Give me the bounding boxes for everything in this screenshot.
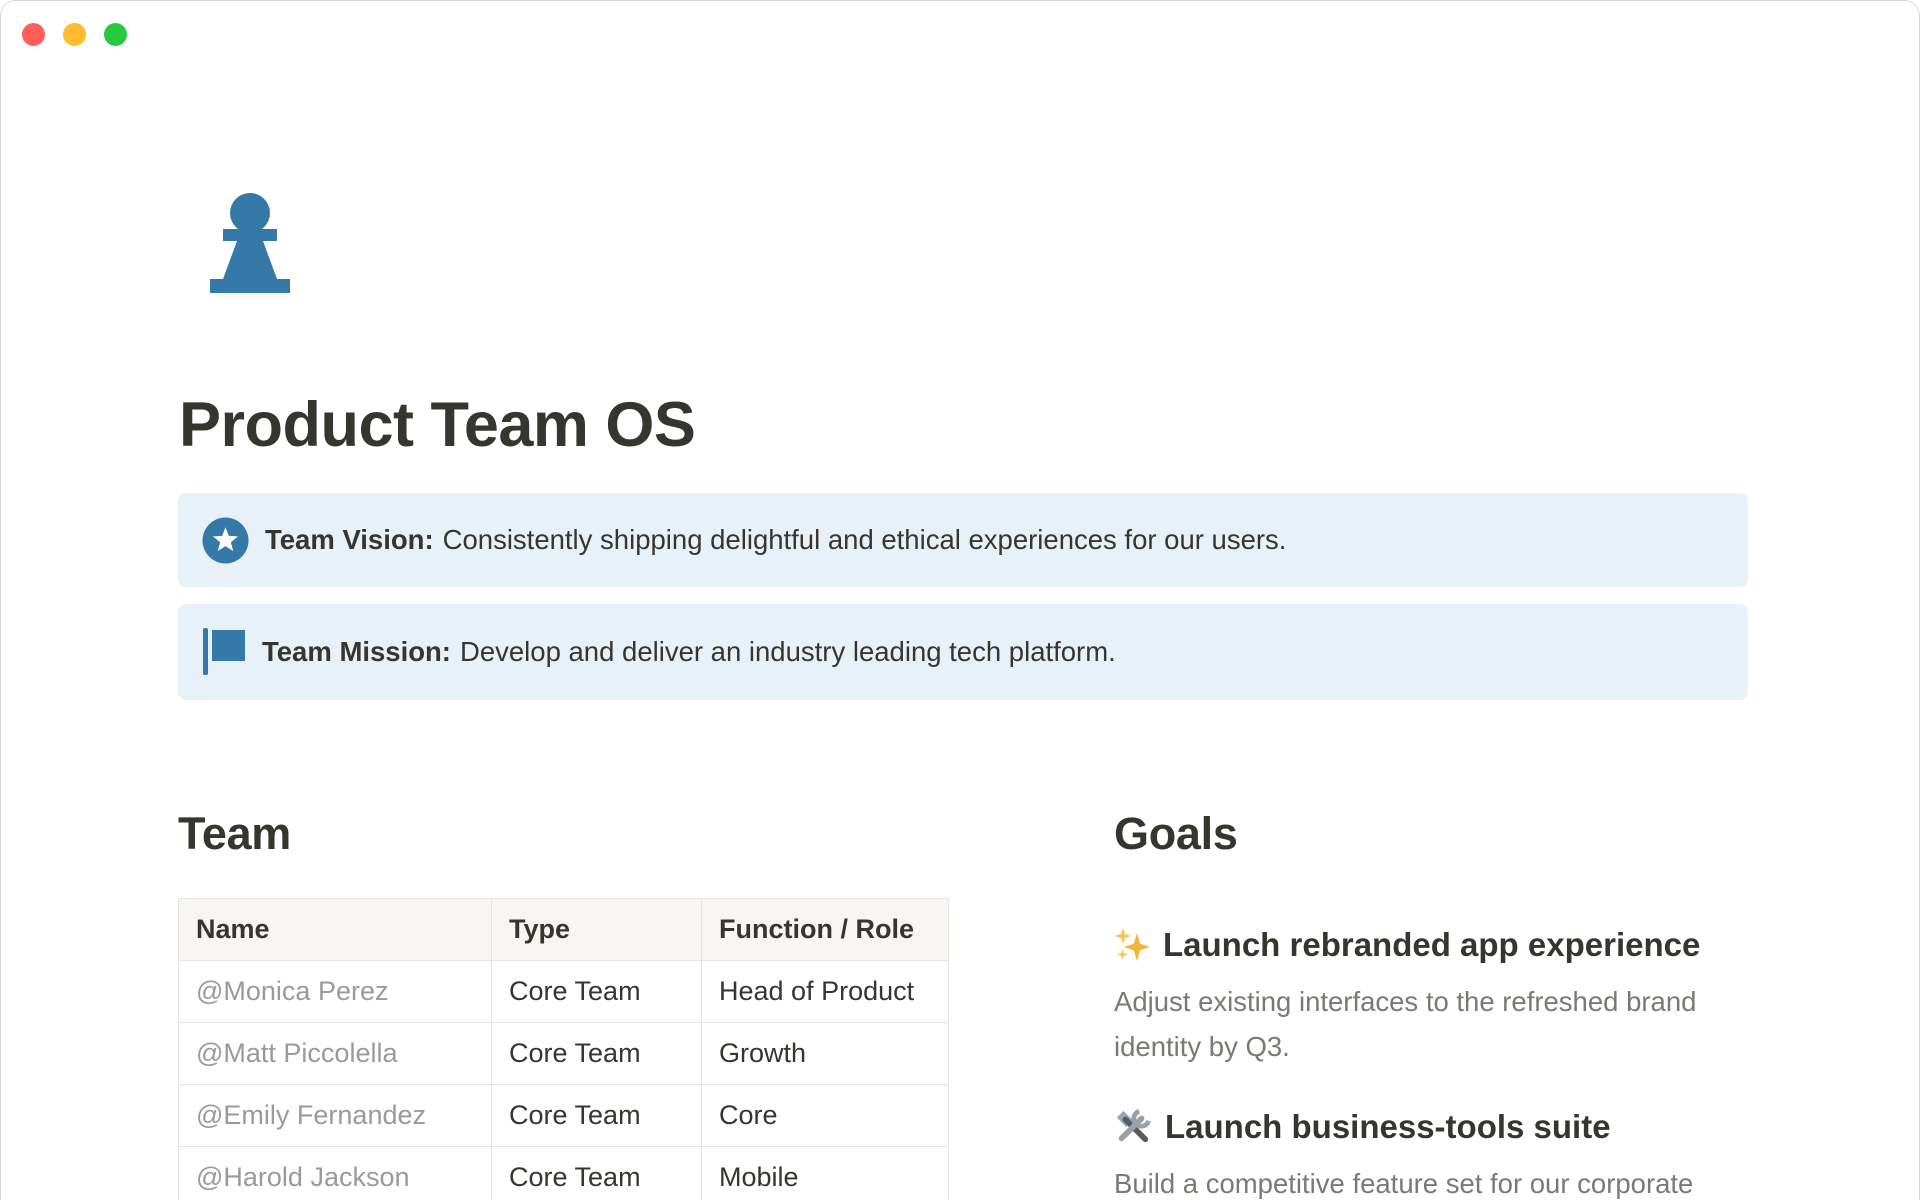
goal-title-text: Launch business-tools suite (1165, 1105, 1611, 1149)
sparkles-icon (1114, 927, 1150, 963)
app-window: Product Team OS Team Vision: Consistently… (0, 0, 1920, 1200)
person-mention[interactable]: @Emily Fernandez (179, 1085, 492, 1147)
role-cell[interactable]: Mobile (702, 1147, 949, 1200)
column-header-type[interactable]: Type (492, 899, 702, 961)
page-content: Product Team OS Team Vision: Consistently… (178, 1, 1748, 1200)
goals-heading: Goals (1114, 807, 1748, 861)
type-cell[interactable]: Core Team (492, 1023, 702, 1085)
column-header-name[interactable]: Name (179, 899, 492, 961)
person-mention[interactable]: @Harold Jackson (179, 1147, 492, 1200)
two-column-section: Team Name Type Function / Role @Monica P… (178, 807, 1748, 1200)
team-vision-callout: Team Vision: Consistently shipping deligh… (178, 493, 1748, 587)
role-cell[interactable]: Growth (702, 1023, 949, 1085)
table-row: @Emily Fernandez Core Team Core (179, 1085, 949, 1147)
goal-description: Build a competitive feature set for our … (1114, 1161, 1748, 1200)
table-row: @Monica Perez Core Team Head of Product (179, 961, 949, 1023)
team-vision-label: Team Vision: (265, 524, 434, 555)
table-row: @Harold Jackson Core Team Mobile (179, 1147, 949, 1200)
column-header-function-role[interactable]: Function / Role (702, 899, 949, 961)
goals-column: Goals Launch rebranded app experience Ad… (1114, 807, 1748, 1200)
page-title: Product Team OS (179, 389, 695, 461)
person-mention[interactable]: @Matt Piccolella (179, 1023, 492, 1085)
zoom-window-button[interactable] (104, 23, 127, 46)
team-column: Team Name Type Function / Role @Monica P… (178, 807, 1114, 1200)
goal-title-rebranded-app: Launch rebranded app experience (1114, 923, 1748, 967)
flag-icon (202, 628, 246, 676)
star-badge-icon (202, 517, 249, 564)
minimize-window-button[interactable] (63, 23, 86, 46)
role-cell[interactable]: Core (702, 1085, 949, 1147)
person-mention[interactable]: @Monica Perez (179, 961, 492, 1023)
goal-title-business-tools: Launch business-tools suite (1114, 1105, 1748, 1149)
team-mission-text: Team Mission: Develop and deliver an indu… (262, 634, 1116, 670)
type-cell[interactable]: Core Team (492, 1085, 702, 1147)
type-cell[interactable]: Core Team (492, 961, 702, 1023)
table-header-row: Name Type Function / Role (179, 899, 949, 961)
table-row: @Matt Piccolella Core Team Growth (179, 1023, 949, 1085)
goal-description: Adjust existing interfaces to the refres… (1114, 979, 1748, 1069)
team-mission-callout: Team Mission: Develop and deliver an indu… (178, 604, 1748, 700)
window-controls (22, 23, 127, 46)
tools-icon (1114, 1108, 1152, 1146)
chess-pawn-icon[interactable] (202, 187, 298, 295)
team-mission-label: Team Mission: (262, 636, 451, 667)
team-mission-body: Develop and deliver an industry leading … (460, 636, 1116, 667)
team-vision-text: Team Vision: Consistently shipping deligh… (265, 522, 1286, 558)
goal-title-text: Launch rebranded app experience (1163, 923, 1700, 967)
role-cell[interactable]: Head of Product (702, 961, 949, 1023)
team-vision-body: Consistently shipping delightful and eth… (443, 524, 1287, 555)
type-cell[interactable]: Core Team (492, 1147, 702, 1200)
close-window-button[interactable] (22, 23, 45, 46)
team-heading: Team (178, 807, 1114, 861)
team-table: Name Type Function / Role @Monica Perez … (178, 898, 949, 1200)
